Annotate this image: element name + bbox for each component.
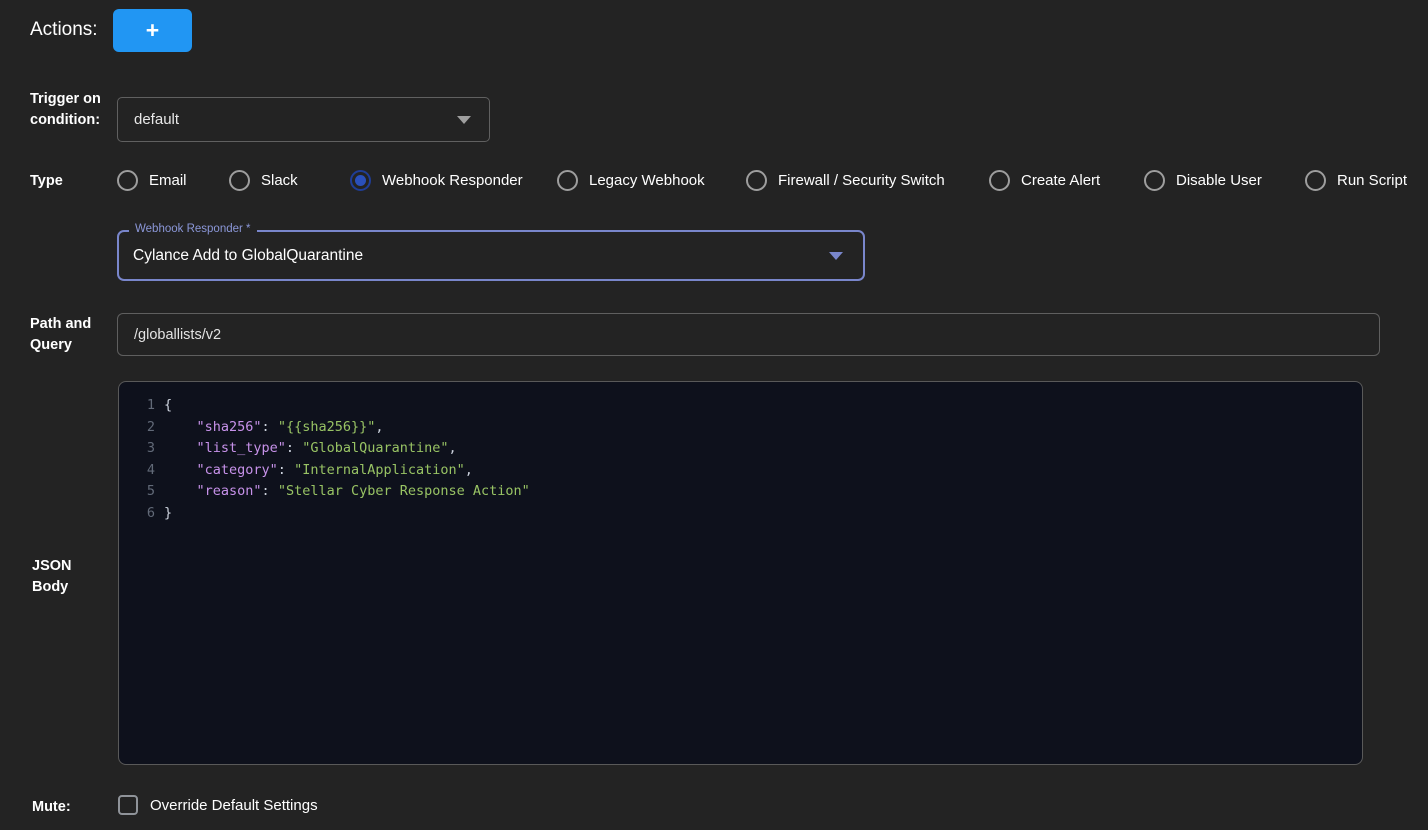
- path-query-label: Path and Query: [30, 314, 110, 356]
- line-number: 4: [119, 460, 155, 482]
- line-number: 2: [119, 417, 155, 439]
- radio-unselected-icon: [746, 170, 767, 191]
- mute-label: Mute:: [32, 797, 71, 818]
- line-number: 3: [119, 438, 155, 460]
- trigger-condition-select[interactable]: default: [117, 97, 490, 142]
- code-line: 2 "sha256": "{{sha256}}",: [119, 417, 1362, 439]
- json-body-editor[interactable]: 1{2 "sha256": "{{sha256}}",3 "list_type"…: [118, 381, 1363, 765]
- override-default-settings-checkbox[interactable]: [118, 795, 138, 815]
- line-number: 6: [119, 503, 155, 525]
- type-radio-option[interactable]: Firewall / Security Switch: [746, 167, 945, 193]
- code-line: 4 "category": "InternalApplication",: [119, 460, 1362, 482]
- radio-option-label: Slack: [261, 172, 298, 189]
- override-default-settings-checkbox-row[interactable]: Override Default Settings: [118, 795, 318, 815]
- radio-option-label: Webhook Responder: [382, 172, 523, 189]
- radio-unselected-icon: [117, 170, 138, 191]
- type-radio-group: Email Slack Webhook Responder Legacy Webhoo…: [0, 167, 1428, 195]
- radio-unselected-icon: [1144, 170, 1165, 191]
- required-asterisk: *: [243, 223, 251, 235]
- radio-option-label: Disable User: [1176, 172, 1262, 189]
- radio-unselected-icon: [557, 170, 578, 191]
- radio-unselected-icon: [989, 170, 1010, 191]
- radio-option-label: Run Script: [1337, 172, 1407, 189]
- type-radio-option[interactable]: Create Alert: [989, 167, 1100, 193]
- webhook-responder-select[interactable]: Webhook Responder * Cylance Add to Globa…: [117, 230, 865, 281]
- type-radio-option[interactable]: Webhook Responder: [350, 167, 523, 193]
- radio-option-label: Email: [149, 172, 187, 189]
- code-line: 6}: [119, 503, 1362, 525]
- radio-unselected-icon: [229, 170, 250, 191]
- webhook-responder-value: Cylance Add to GlobalQuarantine: [133, 247, 829, 265]
- webhook-responder-field-label: Webhook Responder *: [129, 223, 257, 235]
- trigger-condition-value: default: [134, 111, 457, 128]
- override-default-settings-label: Override Default Settings: [150, 797, 318, 814]
- radio-unselected-icon: [1305, 170, 1326, 191]
- type-radio-option[interactable]: Disable User: [1144, 167, 1262, 193]
- radio-option-label: Firewall / Security Switch: [778, 172, 945, 189]
- radio-selected-icon: [350, 170, 371, 191]
- actions-label: Actions:: [30, 19, 98, 41]
- radio-option-label: Create Alert: [1021, 172, 1100, 189]
- code-line: 3 "list_type": "GlobalQuarantine",: [119, 438, 1362, 460]
- code-line: 5 "reason": "Stellar Cyber Response Acti…: [119, 481, 1362, 503]
- trigger-condition-label: Trigger on condition:: [30, 89, 112, 131]
- type-radio-option[interactable]: Run Script: [1305, 167, 1407, 193]
- plus-icon: +: [146, 19, 159, 42]
- json-body-label: JSON Body: [32, 556, 92, 598]
- add-action-button[interactable]: +: [113, 9, 192, 52]
- line-number: 5: [119, 481, 155, 503]
- path-query-input[interactable]: [117, 313, 1380, 356]
- radio-option-label: Legacy Webhook: [589, 172, 705, 189]
- code-line: 1{: [119, 395, 1362, 417]
- chevron-down-icon: [457, 116, 471, 124]
- line-number: 1: [119, 395, 155, 417]
- type-radio-option[interactable]: Slack: [229, 167, 298, 193]
- chevron-down-icon: [829, 252, 843, 260]
- type-radio-option[interactable]: Email: [117, 167, 187, 193]
- type-radio-option[interactable]: Legacy Webhook: [557, 167, 705, 193]
